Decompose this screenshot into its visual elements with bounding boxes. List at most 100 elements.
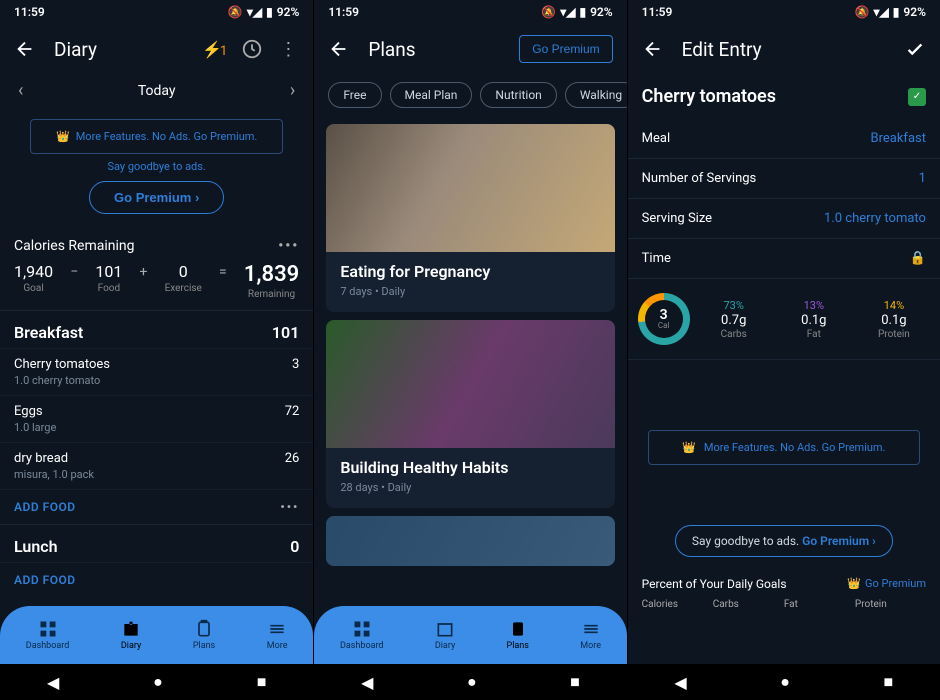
status-icons: 🔕 ▾◢ ▮ 92% xyxy=(855,5,926,19)
plan-meta: 7 days • Daily xyxy=(340,285,600,298)
calories-more-icon[interactable]: ••• xyxy=(278,238,299,254)
goodbye-text: Say goodbye to ads. xyxy=(0,160,313,173)
status-time: 11:59 xyxy=(14,5,45,19)
wifi-icon: ▾◢ xyxy=(874,5,889,19)
status-icons: 🔕 ▾◢ ▮ 92% xyxy=(228,5,299,19)
confirm-icon[interactable] xyxy=(904,38,926,60)
wifi-icon: ▾◢ xyxy=(560,5,575,19)
lock-icon: 🔒 xyxy=(910,251,926,266)
chip-walking[interactable]: Walking xyxy=(565,82,627,108)
battery-pct: 92% xyxy=(590,5,613,19)
bottom-nav: Dashboard Diary Plans More xyxy=(0,606,313,664)
status-time: 11:59 xyxy=(642,5,673,19)
plan-card[interactable]: Building Healthy Habits 28 days • Daily xyxy=(326,320,614,508)
screen-plans: 11:59 🔕 ▾◢ ▮ 92% Plans Go Premium Free M… xyxy=(313,0,626,700)
system-nav: ◀ ● ■ xyxy=(628,664,940,700)
food-row[interactable]: dry breadmisura, 1.0 pack 26 xyxy=(0,442,313,489)
app-bar: Diary ⚡1 ⋮ xyxy=(0,24,313,74)
add-food-button[interactable]: ADD FOOD••• xyxy=(0,489,313,524)
go-premium-button[interactable]: Go Premium xyxy=(519,35,612,63)
plan-title: Eating for Pregnancy xyxy=(340,262,600,281)
promo-banner[interactable]: 👑More Features. No Ads. Go Premium. xyxy=(648,430,920,465)
go-premium-link[interactable]: 👑Go Premium xyxy=(847,577,926,591)
bottom-nav: Dashboard Diary Plans More xyxy=(314,606,626,664)
back-icon[interactable] xyxy=(328,38,350,60)
status-bar: 11:59 🔕 ▾◢ ▮ 92% xyxy=(314,0,626,24)
mute-icon: 🔕 xyxy=(541,5,556,19)
food-row[interactable]: Eggs1.0 large 72 xyxy=(0,395,313,442)
nav-dashboard[interactable]: Dashboard xyxy=(26,619,70,651)
goodbye-pill[interactable]: Say goodbye to ads. Go Premium › xyxy=(675,525,893,557)
macro-row: 3Cal 73%0.7gCarbs 13%0.1gFat 14%0.1gProt… xyxy=(628,279,940,360)
sys-home-icon[interactable]: ● xyxy=(467,672,477,692)
back-icon[interactable] xyxy=(14,38,36,60)
page-title: Diary xyxy=(54,38,184,61)
nav-plans[interactable]: Plans xyxy=(507,619,529,651)
status-icons: 🔕 ▾◢ ▮ 92% xyxy=(541,5,612,19)
crown-icon: 👑 xyxy=(56,130,70,143)
sys-home-icon[interactable]: ● xyxy=(153,672,163,692)
nav-plans[interactable]: Plans xyxy=(193,619,215,651)
nav-dashboard[interactable]: Dashboard xyxy=(340,619,384,651)
back-icon[interactable] xyxy=(642,38,664,60)
sys-back-icon[interactable]: ◀ xyxy=(361,673,373,692)
history-icon[interactable] xyxy=(241,38,263,60)
nav-diary[interactable]: Diary xyxy=(435,619,455,651)
servings-row[interactable]: Number of Servings1 xyxy=(628,159,940,199)
breakfast-header[interactable]: Breakfast101 xyxy=(0,310,313,348)
verified-icon: ✓ xyxy=(908,88,926,106)
battery-icon: ▮ xyxy=(893,5,900,19)
sys-back-icon[interactable]: ◀ xyxy=(674,673,686,692)
sys-recent-icon[interactable]: ■ xyxy=(570,672,580,692)
plan-image xyxy=(326,124,614,252)
battery-icon: ▮ xyxy=(266,5,273,19)
plan-card[interactable]: Eating for Pregnancy 7 days • Daily xyxy=(326,124,614,312)
prev-day-icon[interactable]: ‹ xyxy=(18,80,23,101)
nav-more[interactable]: More xyxy=(580,619,601,651)
daily-goals-header: Percent of Your Daily Goals 👑Go Premium xyxy=(628,571,940,597)
lunch-header[interactable]: Lunch0 xyxy=(0,524,313,562)
plan-card[interactable] xyxy=(326,516,614,566)
nav-diary[interactable]: Diary xyxy=(121,619,141,651)
sys-back-icon[interactable]: ◀ xyxy=(47,673,59,692)
date-label[interactable]: Today xyxy=(138,83,176,99)
size-row[interactable]: Serving Size1.0 cherry tomato xyxy=(628,199,940,239)
food-row[interactable]: Cherry tomatoes1.0 cherry tomato 3 xyxy=(0,348,313,395)
sys-recent-icon[interactable]: ■ xyxy=(884,672,894,692)
status-bar: 11:59 🔕 ▾◢ ▮ 92% xyxy=(0,0,313,24)
page-title: Plans xyxy=(368,38,501,61)
add-food-button[interactable]: ADD FOOD xyxy=(0,562,313,597)
next-day-icon[interactable]: › xyxy=(290,80,295,101)
plan-title: Building Healthy Habits xyxy=(340,458,600,477)
status-bar: 11:59 🔕 ▾◢ ▮ 92% xyxy=(628,0,940,24)
plan-meta: 28 days • Daily xyxy=(340,481,600,494)
battery-pct: 92% xyxy=(903,5,926,19)
go-premium-button[interactable]: Go Premium › xyxy=(89,181,224,214)
sys-home-icon[interactable]: ● xyxy=(780,672,790,692)
chip-nutrition[interactable]: Nutrition xyxy=(480,82,556,108)
macro-fat: 13%0.1gFat xyxy=(778,299,850,340)
status-time: 11:59 xyxy=(328,5,359,19)
meal-row[interactable]: MealBreakfast xyxy=(628,119,940,159)
more-icon[interactable]: ⋮ xyxy=(277,38,299,60)
battery-pct: 92% xyxy=(277,5,300,19)
plan-image xyxy=(326,320,614,448)
crown-icon: 👑 xyxy=(682,441,696,454)
calorie-donut: 3Cal xyxy=(638,293,690,345)
streak-icon[interactable]: ⚡1 xyxy=(202,40,227,59)
mute-icon: 🔕 xyxy=(228,5,243,19)
chip-free[interactable]: Free xyxy=(328,82,381,108)
app-bar: Edit Entry xyxy=(628,24,940,74)
promo-banner[interactable]: 👑More Features. No Ads. Go Premium. xyxy=(30,119,283,154)
screen-diary: 11:59 🔕 ▾◢ ▮ 92% Diary ⚡1 ⋮ ‹ Today › 👑M… xyxy=(0,0,313,700)
entry-food-title: Cherry tomatoes xyxy=(642,86,776,107)
plan-image xyxy=(326,516,614,566)
macro-carbs: 73%0.7gCarbs xyxy=(698,299,770,340)
chip-mealplan[interactable]: Meal Plan xyxy=(390,82,473,108)
system-nav: ◀ ● ■ xyxy=(0,664,313,700)
time-row[interactable]: Time🔒 xyxy=(628,239,940,279)
wifi-icon: ▾◢ xyxy=(247,5,262,19)
screen-edit-entry: 11:59 🔕 ▾◢ ▮ 92% Edit Entry Cherry tomat… xyxy=(627,0,940,700)
sys-recent-icon[interactable]: ■ xyxy=(257,672,267,692)
nav-more[interactable]: More xyxy=(267,619,288,651)
